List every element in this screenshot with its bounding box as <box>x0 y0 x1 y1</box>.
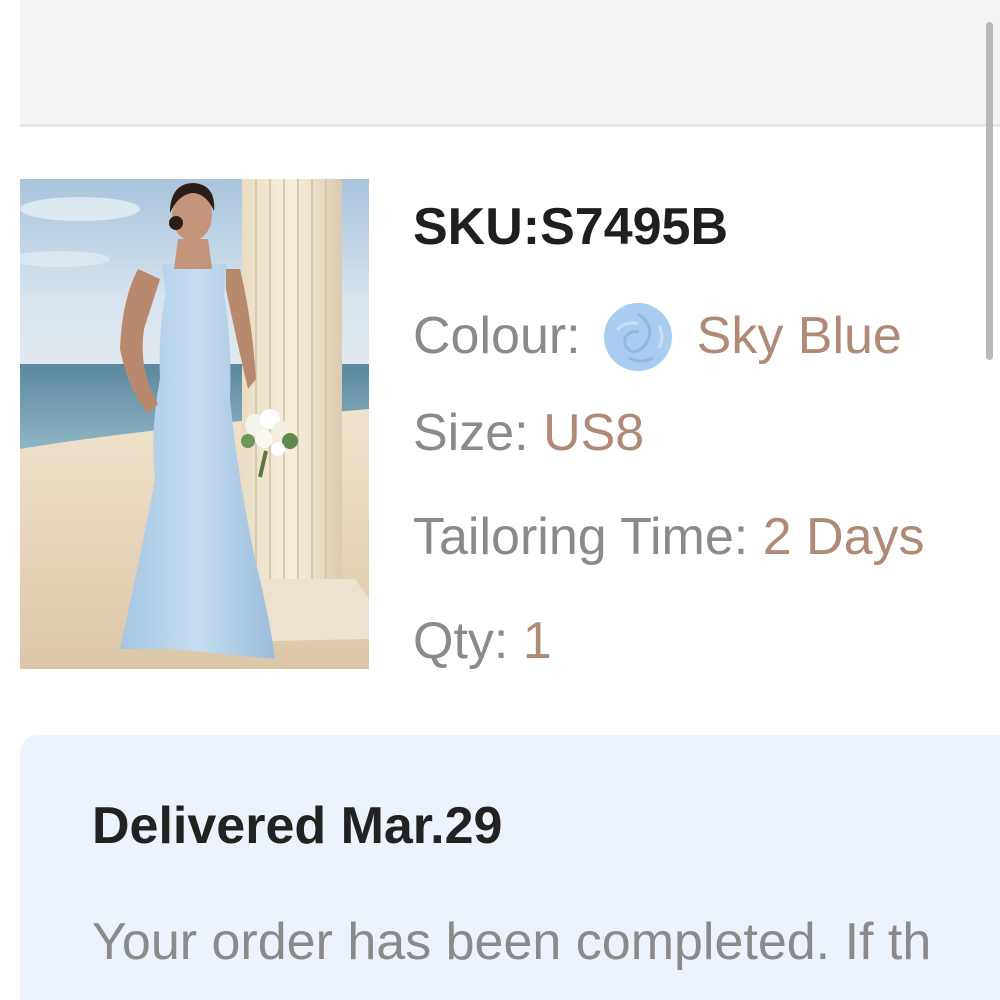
product-sku: SKU:S7495B <box>413 198 729 256</box>
qty-value: 1 <box>522 612 552 670</box>
product-details: SKU:S7495B Colour: Sky Blue Size: US8 Ta… <box>413 0 1000 700</box>
size-value: US8 <box>543 404 645 462</box>
qty-row: Qty: 1 <box>413 612 552 672</box>
tailoring-value: 2 Days <box>762 508 925 566</box>
size-label: Size: <box>413 404 529 462</box>
colour-value: Sky Blue <box>696 307 902 366</box>
delivery-status-card: Delivered Mar.29 Your order has been com… <box>20 735 1000 1000</box>
delivery-message: Your order has been completed. If th <box>92 913 932 971</box>
tailoring-label: Tailoring Time: <box>413 508 749 566</box>
product-image[interactable] <box>20 179 369 669</box>
delivery-title: Delivered Mar.29 <box>92 797 503 855</box>
qty-label: Qty: <box>413 612 509 670</box>
size-row: Size: US8 <box>413 404 644 464</box>
tailoring-row: Tailoring Time: 2 Days <box>413 508 925 568</box>
colour-swatch-icon <box>603 303 672 371</box>
order-detail-page: SKU:S7495B Colour: Sky Blue Size: US8 Ta… <box>0 0 1000 1000</box>
colour-label: Colour: <box>413 307 581 366</box>
colour-row: Colour: Sky Blue <box>413 302 902 372</box>
